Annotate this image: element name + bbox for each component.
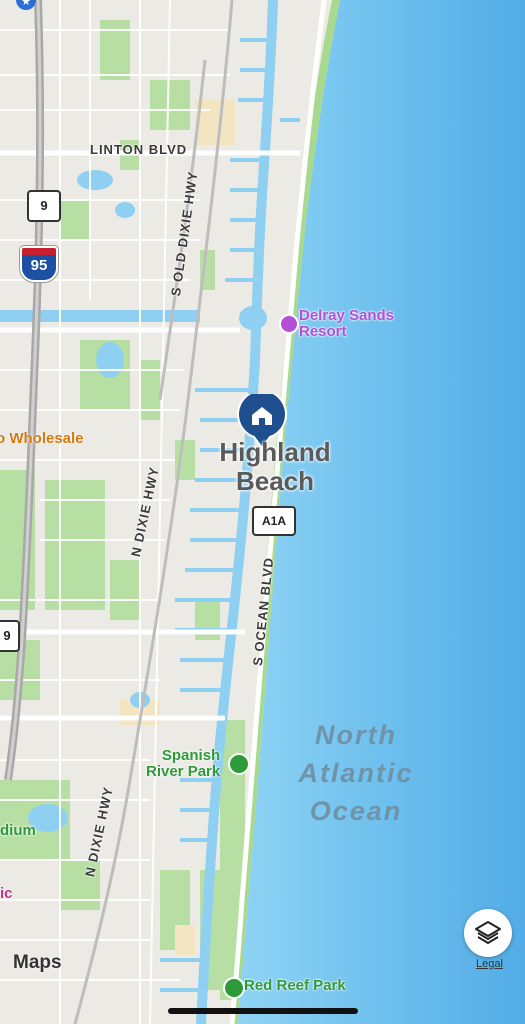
hotel-icon[interactable] — [279, 314, 299, 334]
poi-partial-ic[interactable]: ic — [0, 885, 13, 902]
state-road-9-side-shield: 9 — [0, 620, 20, 652]
poi-spanish-river-park[interactable]: Spanish River Park — [146, 748, 220, 780]
legal-link[interactable]: Legal — [476, 958, 503, 970]
state-road-9-side-label: 9 — [3, 628, 11, 643]
poi-red-reef-park[interactable]: Red Reef Park — [244, 978, 346, 994]
interstate-95-label: 95 — [30, 257, 48, 274]
poi-delray-sands-resort[interactable]: Delray Sands Resort — [299, 308, 394, 340]
a1a-shield: A1A — [252, 506, 296, 536]
home-indicator[interactable] — [168, 1008, 358, 1014]
park-icon-red-reef[interactable] — [223, 977, 245, 999]
park-icon[interactable] — [228, 753, 250, 775]
maps-brand: Maps — [10, 952, 62, 974]
poi-stadium-partial[interactable]: dium — [0, 823, 36, 839]
poi-wholesale[interactable]: o Wholesale — [0, 430, 84, 447]
map-layers-button[interactable] — [464, 909, 512, 957]
interstate-95-shield: 95 — [20, 246, 58, 282]
ocean-label: North Atlantic Ocean — [298, 720, 414, 826]
road-label-linton: LINTON BLVD — [90, 142, 188, 157]
a1a-label: A1A — [261, 514, 286, 528]
layers-icon — [475, 921, 501, 944]
maps-brand-label: Maps — [13, 952, 62, 973]
state-road-9-label: 9 — [40, 198, 48, 213]
city-label-highland-beach: Highland Beach — [219, 437, 331, 496]
state-road-9-shield: 9 — [27, 190, 61, 222]
